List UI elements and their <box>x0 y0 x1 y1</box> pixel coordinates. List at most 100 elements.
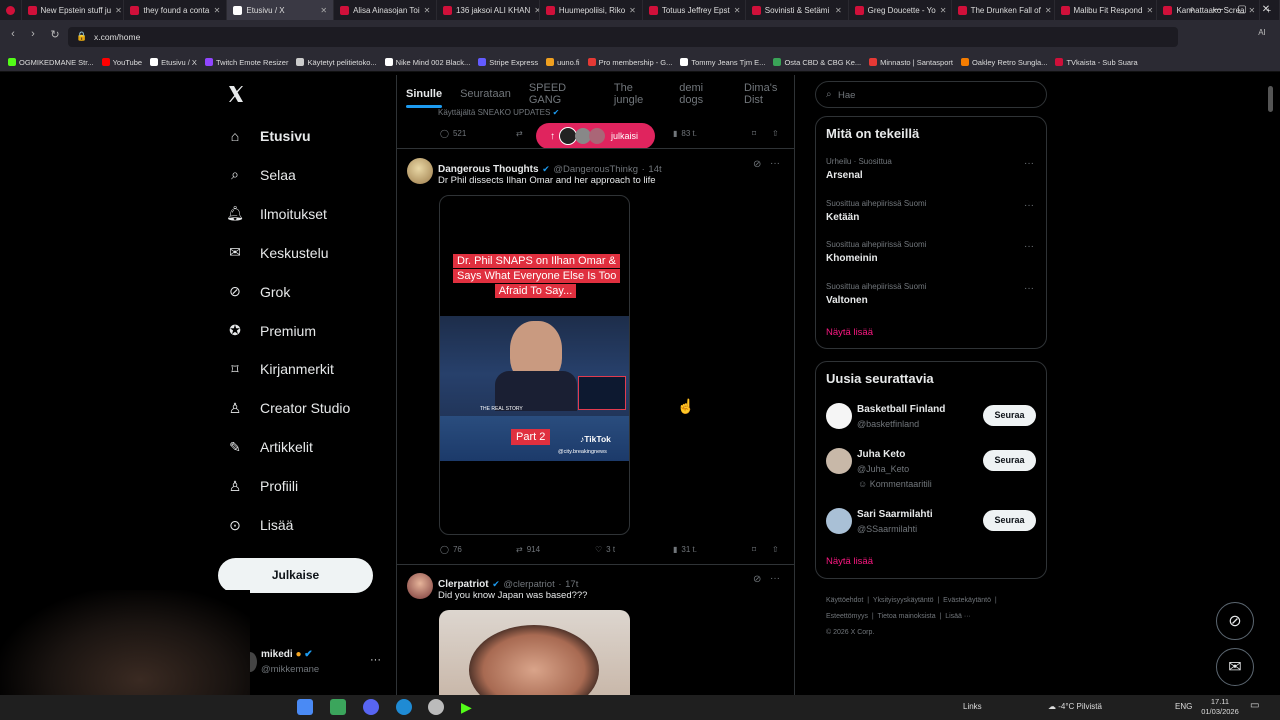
browser-menu-icon[interactable] <box>0 0 22 20</box>
reply-action[interactable]: ◯ 76 <box>440 545 462 554</box>
tweet-handle[interactable]: @clerpatriot <box>503 579 554 590</box>
grok-icon[interactable]: ⊘ <box>753 574 761 585</box>
bookmark-action[interactable]: ⌑ <box>752 545 756 554</box>
tweet-avatar[interactable] <box>407 573 433 599</box>
nav-item-creator-studio[interactable]: ♙ Creator Studio <box>226 396 351 420</box>
close-tab-icon[interactable]: ✕ <box>320 6 327 15</box>
feed-tab[interactable]: demi dogs <box>679 82 726 106</box>
url-field[interactable]: 🔒 x.com/home <box>68 27 1178 47</box>
new-posts-pill[interactable]: ↑ julkaisi <box>536 123 655 149</box>
kick-icon[interactable]: ▶ <box>461 699 477 715</box>
discord-icon[interactable] <box>363 699 379 715</box>
views-action[interactable]: ▮ 31 t. <box>673 545 697 554</box>
repost-action[interactable]: ⇄ <box>516 129 523 138</box>
footer-link[interactable]: Käyttöehdot <box>826 597 863 604</box>
trend-menu-icon[interactable]: ··· <box>1024 158 1034 169</box>
follow-button[interactable]: Seuraa <box>983 450 1036 471</box>
feed-tab[interactable]: Dima's Dist <box>744 82 795 106</box>
search-tabs-icon[interactable]: ⌕ <box>1180 0 1204 20</box>
bookmark-item[interactable]: YouTube <box>101 58 142 67</box>
follow-button[interactable]: Seuraa <box>983 510 1036 531</box>
bookmark-item[interactable]: uuno.fi <box>546 58 580 67</box>
app-icon[interactable] <box>330 699 346 715</box>
browser-tab[interactable]: Sovinisti & Setämi ✕ <box>746 0 849 20</box>
bookmark-item[interactable]: Etusivu / X <box>150 58 197 67</box>
tweet-menu-icon[interactable]: ··· <box>770 573 780 584</box>
language-indicator[interactable]: ENG <box>1175 702 1192 711</box>
tweet-author[interactable]: Clerpatriot <box>438 579 489 590</box>
reply-action[interactable]: ◯ 521 <box>440 129 466 138</box>
weather-widget[interactable]: ☁ -4°C Pilvistä <box>1048 702 1102 711</box>
x-logo-icon[interactable] <box>226 84 246 106</box>
nav-item-etusivu[interactable]: ⌂ Etusivu <box>226 124 311 148</box>
forward-icon[interactable]: › <box>26 28 40 44</box>
tweet-avatar[interactable] <box>407 158 433 184</box>
close-tab-icon[interactable]: ✕ <box>629 6 636 15</box>
bookmark-item[interactable]: OGMIKEDMANE Str... <box>8 58 94 67</box>
trend-menu-icon[interactable]: ··· <box>1024 283 1034 294</box>
feed-tab[interactable]: SPEED GANG <box>529 82 596 106</box>
reload-icon[interactable]: ↻ <box>48 28 62 44</box>
nav-item-kirjanmerkit[interactable]: ⌑ Kirjanmerkit <box>226 357 334 381</box>
share-action[interactable]: ⇧ <box>772 545 779 554</box>
tweet-video[interactable]: THE REAL STORY Dr. Phil SNAPS on Ilhan O… <box>439 195 630 535</box>
trend-menu-icon[interactable]: ··· <box>1024 200 1034 211</box>
bookmark-item[interactable]: Twitch Emote Resizer <box>204 58 288 67</box>
follow-button[interactable]: Seuraa <box>983 405 1036 426</box>
repost-action[interactable]: ⇄ 914 <box>516 545 540 554</box>
suggestion-avatar[interactable] <box>826 508 852 534</box>
nav-item-artikkelit[interactable]: ✎ Artikkelit <box>226 435 313 459</box>
browser-tab[interactable]: Malibu Fit Respond ✕ <box>1055 0 1158 20</box>
nav-item-keskustelu[interactable]: ✉ Keskustelu <box>226 241 328 265</box>
like-action[interactable]: ♡ 3 t <box>595 545 615 554</box>
grok-icon[interactable]: ⊘ <box>753 159 761 170</box>
suggestion-avatar[interactable] <box>826 403 852 429</box>
search-input[interactable]: ⌕ Hae <box>815 81 1047 108</box>
bookmark-item[interactable]: Minnasto | Santasport <box>869 58 953 67</box>
browser-tab[interactable]: Etusivu / X ✕ <box>227 0 335 20</box>
app-icon[interactable] <box>428 699 444 715</box>
close-tab-icon[interactable]: ✕ <box>1045 6 1052 15</box>
account-name[interactable]: mikedi ● ✔ <box>261 649 313 660</box>
grok-float-icon[interactable]: ⊘ <box>1216 602 1254 640</box>
nav-item-grok[interactable]: ⊘ Grok <box>226 280 290 304</box>
close-tab-icon[interactable]: ✕ <box>734 6 741 15</box>
app-icon[interactable] <box>297 699 313 715</box>
browser-tab[interactable]: 136 jaksoi ALI KHAN✕ <box>437 0 540 20</box>
close-tab-icon[interactable]: ✕ <box>424 6 431 15</box>
browser-tab[interactable]: they found a conta ✕ <box>124 0 228 20</box>
tweet-time[interactable]: 14t <box>648 164 661 175</box>
footer-link[interactable]: Lisää ··· <box>945 613 971 620</box>
trend-menu-icon[interactable]: ··· <box>1024 241 1034 252</box>
bookmark-item[interactable]: Pro membership - G... <box>587 58 672 67</box>
close-window-icon[interactable]: ✕ <box>1254 0 1278 20</box>
suggestion-name[interactable]: Juha Keto <box>857 449 905 460</box>
browser-tab[interactable]: Totuus Jeffrey Epst ✕ <box>643 0 746 20</box>
footer-link[interactable]: Yksityisyyskäytäntö <box>873 597 934 604</box>
nav-item-lisää[interactable]: ⊙ Lisää <box>226 513 293 537</box>
suggestion-avatar[interactable] <box>826 448 852 474</box>
bookmark-item[interactable]: Stripe Express <box>478 58 538 67</box>
nav-item-profiili[interactable]: ♙ Profiili <box>226 474 298 498</box>
bookmark-action[interactable]: ⌑ <box>752 129 756 138</box>
bookmark-item[interactable]: Oakley Retro Sungla... <box>960 58 1047 67</box>
footer-link[interactable]: Evästekäytäntö <box>943 597 991 604</box>
who-show-more[interactable]: Näytä lisää <box>826 556 873 567</box>
close-tab-icon[interactable]: ✕ <box>835 6 842 15</box>
maximize-icon[interactable]: ▢ <box>1230 0 1254 20</box>
nav-item-selaa[interactable]: ⌕ Selaa <box>226 163 296 187</box>
bookmark-item[interactable]: Osta CBD & CBG Ke... <box>773 58 861 67</box>
footer-link[interactable]: Esteettömyys <box>826 613 868 620</box>
messages-float-icon[interactable]: ✉ <box>1216 648 1254 686</box>
ai-button[interactable]: AI <box>1250 28 1274 44</box>
post-button[interactable]: Julkaise <box>218 558 373 593</box>
browser-tab[interactable]: Greg Doucette - Yo ✕ <box>849 0 952 20</box>
tweet-time[interactable]: 17t <box>565 579 578 590</box>
tweet-author[interactable]: Dangerous Thoughts <box>438 164 539 175</box>
browser-tab[interactable]: Alisa Ainasojan Toi ✕ <box>334 0 437 20</box>
browser-tab[interactable]: Huumepoliisi, Riko ✕ <box>540 0 643 20</box>
views-action[interactable]: ▮ 83 t. <box>673 129 697 138</box>
trends-show-more[interactable]: Näytä lisää <box>826 327 873 338</box>
tweet-menu-icon[interactable]: ··· <box>770 158 780 169</box>
close-tab-icon[interactable]: ✕ <box>214 6 221 15</box>
